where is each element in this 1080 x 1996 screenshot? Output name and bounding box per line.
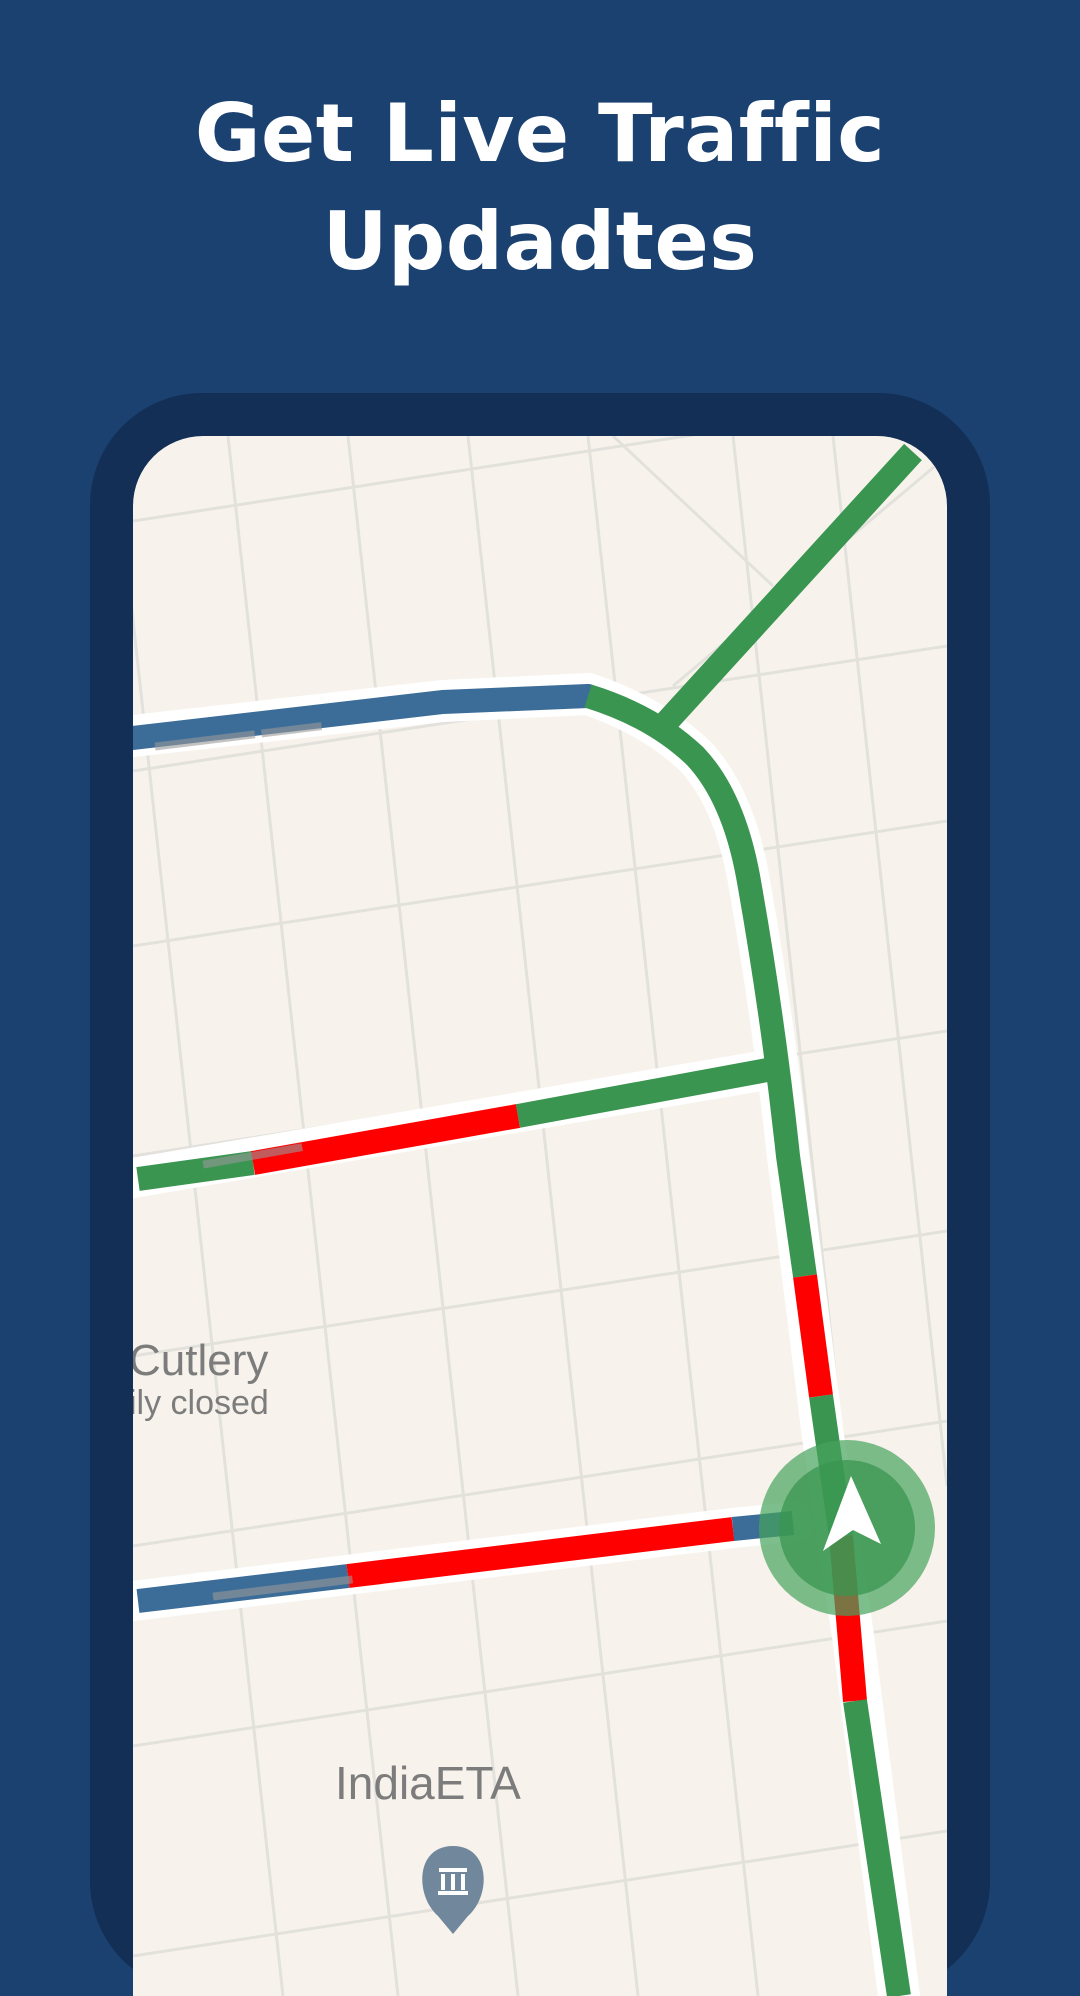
map-canvas[interactable]: ▂▂▂▂▂ ▂▂▂ ▂▂▂▂▂ ▂▂▂▂▂▂▂	[133, 436, 947, 1996]
place-label-status: ily closed	[133, 1384, 269, 1422]
headline-line-1: Get Live Traffic	[194, 87, 886, 180]
road-segment-clear	[136, 1151, 255, 1191]
current-location-marker[interactable]	[759, 1440, 935, 1616]
museum-pin-icon[interactable]	[422, 1846, 484, 1934]
map-view[interactable]: ▂▂▂▂▂ ▂▂▂ ▂▂▂▂▂ ▂▂▂▂▂▂▂ Cutlery ily clos…	[133, 436, 947, 1996]
headline-line-2: Updadtes	[322, 195, 758, 288]
road-segment-clear	[654, 443, 922, 735]
route-segment-heavy	[793, 1274, 833, 1398]
street-grid	[133, 436, 947, 1996]
place-label-name: Cutlery	[133, 1336, 269, 1385]
landmark-label[interactable]: IndiaETA	[335, 1756, 521, 1810]
headline: Get Live Traffic Updadtes	[0, 80, 1080, 296]
